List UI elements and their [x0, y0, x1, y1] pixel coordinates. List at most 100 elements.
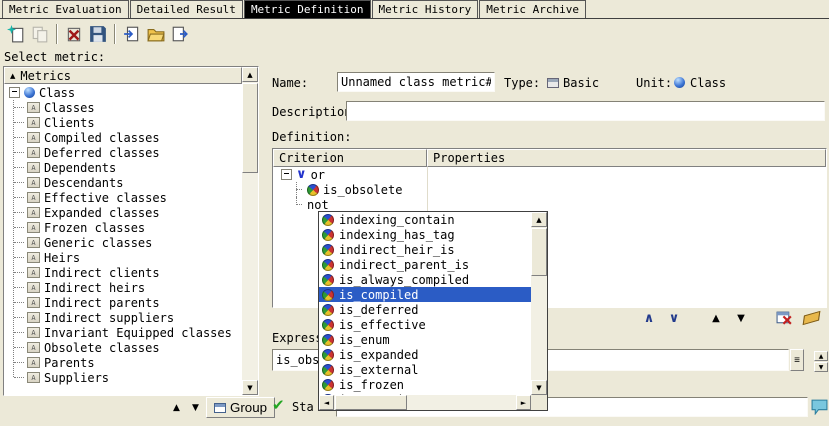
collapse-icon[interactable]: [9, 87, 20, 98]
and-operator-button[interactable]: ∧: [640, 309, 658, 327]
move-criterion-up-button[interactable]: ▲: [707, 309, 725, 327]
tree-item[interactable]: Parents: [13, 355, 242, 370]
dropdown-item[interactable]: is_always_compiled: [319, 272, 531, 287]
metrics-header-label: Metrics: [20, 69, 71, 83]
status-ok-icon: ✔: [272, 396, 285, 414]
spin-up-button[interactable]: ▲: [814, 351, 828, 361]
criterion-icon: [322, 244, 334, 256]
tree-item[interactable]: Deferred classes: [13, 145, 242, 160]
tree-item[interactable]: Clients: [13, 115, 242, 130]
tree-item[interactable]: Effective classes: [13, 190, 242, 205]
tree-item-label: Compiled classes: [44, 131, 160, 145]
tree-item[interactable]: Indirect parents: [13, 295, 242, 310]
tree-item[interactable]: Classes: [13, 100, 242, 115]
export-metrics-button[interactable]: [168, 22, 192, 46]
tab[interactable]: Detailed Result: [130, 0, 243, 18]
dropdown-item[interactable]: is_frozen: [319, 377, 531, 392]
dropdown-item[interactable]: indirect_heir_is: [319, 242, 531, 257]
tree-item[interactable]: Generic classes: [13, 235, 242, 250]
dropdown-item[interactable]: indexing_contain: [319, 212, 531, 227]
tree-item[interactable]: Indirect suppliers: [13, 310, 242, 325]
metric-icon: [27, 192, 40, 203]
spin-down-button[interactable]: ▼: [814, 362, 828, 372]
dropdown-item[interactable]: indirect_parent_is: [319, 257, 531, 272]
tab[interactable]: Metric Definition: [244, 0, 371, 18]
tree-item[interactable]: Frozen classes: [13, 220, 242, 235]
comment-button[interactable]: [810, 398, 828, 416]
tree-item[interactable]: Indirect clients: [13, 265, 242, 280]
copy-metric-button[interactable]: [28, 22, 52, 46]
or-operator-button[interactable]: ∨: [665, 309, 683, 327]
tab[interactable]: Metric Evaluation: [2, 0, 129, 18]
dropdown-item[interactable]: is_enum: [319, 332, 531, 347]
tree-root-label: Class: [39, 86, 75, 100]
dropdown-vertical-scrollbar[interactable]: ▲ ▼: [531, 212, 547, 395]
description-input[interactable]: [346, 101, 825, 121]
dropdown-item[interactable]: is_expanded: [319, 347, 531, 362]
tree-item[interactable]: Heirs: [13, 250, 242, 265]
tree-scrollbar[interactable]: ▲ ▼: [242, 67, 258, 395]
metric-icon: [27, 207, 40, 218]
dropdown-item[interactable]: is_deferred: [319, 302, 531, 317]
sort-ascending-icon: ▲: [10, 72, 15, 80]
dropdown-item[interactable]: is_compiled: [319, 287, 531, 302]
move-metric-up-button[interactable]: ▲: [168, 399, 185, 416]
tree-item[interactable]: Dependents: [13, 160, 242, 175]
tree-item[interactable]: Indirect heirs: [13, 280, 242, 295]
metrics-column-header[interactable]: ▲ Metrics: [4, 67, 242, 84]
group-button[interactable]: Group: [206, 397, 275, 418]
criterion-row-is-obsolete[interactable]: is_obsolete: [274, 182, 825, 197]
move-criterion-down-button[interactable]: ▼: [732, 309, 750, 327]
save-metric-button[interactable]: [86, 22, 110, 46]
criterion-icon: [322, 379, 334, 391]
tab[interactable]: Metric History: [372, 0, 479, 18]
criterion-icon: [322, 274, 334, 286]
criterion-column-header[interactable]: Criterion: [273, 149, 427, 167]
scrollbar-thumb[interactable]: [242, 83, 258, 173]
metric-icon: [27, 102, 40, 113]
scroll-down-button[interactable]: ▼: [531, 380, 547, 395]
tree-item-label: Indirect parents: [44, 296, 160, 310]
scroll-down-button[interactable]: ▼: [242, 380, 258, 395]
dropdown-item[interactable]: indexing_has_tag: [319, 227, 531, 242]
scroll-up-button[interactable]: ▲: [531, 212, 547, 227]
collapse-icon[interactable]: [281, 169, 292, 180]
tree-item-label: Generic classes: [44, 236, 152, 250]
import-metrics-button[interactable]: [120, 22, 144, 46]
tab-label: Metric Definition: [251, 3, 364, 16]
properties-column-header[interactable]: Properties: [427, 149, 826, 167]
delete-metric-button[interactable]: [62, 22, 86, 46]
scroll-right-button[interactable]: ►: [516, 395, 531, 410]
scroll-left-button[interactable]: ◄: [319, 395, 334, 410]
scrollbar-thumb[interactable]: [335, 395, 407, 410]
tree-item[interactable]: Invariant Equipped classes: [13, 325, 242, 340]
open-metrics-file-button[interactable]: [144, 22, 168, 46]
name-input[interactable]: [337, 72, 495, 92]
unit-label: Unit:: [636, 76, 672, 90]
tree-item[interactable]: Descendants: [13, 175, 242, 190]
tree-connector: [290, 182, 303, 197]
clear-criteria-button[interactable]: [801, 309, 821, 327]
dropdown-horizontal-scrollbar[interactable]: ◄ ►: [319, 395, 531, 410]
tab[interactable]: Metric Archive: [479, 0, 586, 18]
metric-icon: [27, 372, 40, 383]
dropdown-item-label: is_compiled: [339, 288, 418, 302]
tree-item[interactable]: Compiled classes: [13, 130, 242, 145]
delete-criterion-button[interactable]: [774, 309, 794, 327]
move-metric-down-button[interactable]: ▼: [187, 399, 204, 416]
expand-expression-button[interactable]: ≡: [790, 349, 804, 371]
dropdown-item[interactable]: is_external: [319, 362, 531, 377]
new-metric-button[interactable]: [4, 22, 28, 46]
tree-item[interactable]: Suppliers: [13, 370, 242, 385]
criterion-row-not[interactable]: not: [274, 197, 825, 212]
tree-item[interactable]: Expanded classes: [13, 205, 242, 220]
type-label: Type:: [504, 76, 540, 90]
tree-item[interactable]: Obsolete classes: [13, 340, 242, 355]
criterion-row-or[interactable]: ∨ or: [274, 167, 825, 182]
tree-root-class[interactable]: Class: [6, 85, 242, 100]
dropdown-item-label: is_effective: [339, 318, 426, 332]
scrollbar-thumb[interactable]: [531, 228, 547, 276]
scroll-up-button[interactable]: ▲: [242, 67, 258, 82]
dropdown-item[interactable]: is_effective: [319, 317, 531, 332]
import-metrics-icon: [123, 25, 141, 43]
